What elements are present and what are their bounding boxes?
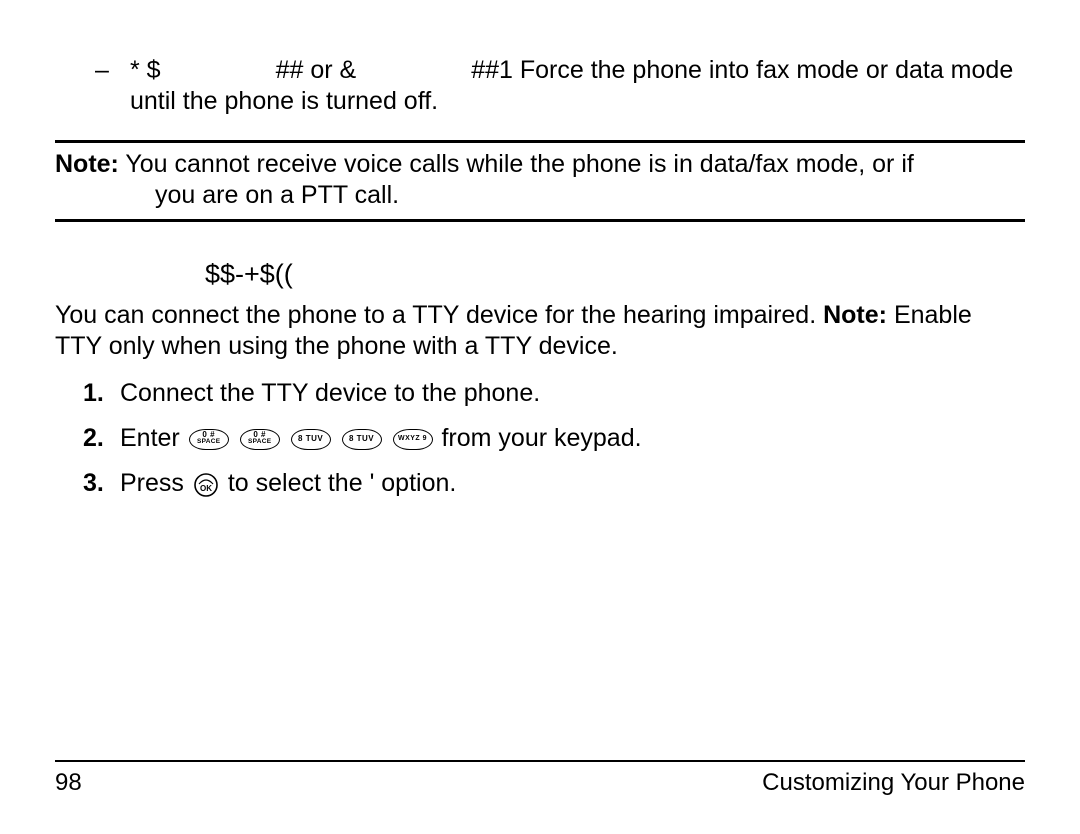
- step-1: 1. Connect the TTY device to the phone.: [55, 376, 1025, 411]
- tty-intro: You can connect the phone to a TTY devic…: [55, 300, 1025, 363]
- keypad-8-icon: 8 TUV: [342, 429, 382, 450]
- step-number: 1.: [83, 376, 104, 411]
- step-pre: Press: [120, 469, 191, 497]
- note-block: Note: You cannot receive voice calls whi…: [55, 149, 1025, 212]
- bullet-prefix: * $: [130, 56, 161, 84]
- divider-bottom: [55, 219, 1025, 222]
- svg-text:OK: OK: [200, 484, 212, 493]
- bullet-item: – * $ ## or &##1 Force the phone into fax…: [55, 55, 1025, 118]
- note-line2: you are on a PTT call.: [95, 180, 1025, 211]
- step-pre: Enter: [120, 424, 187, 452]
- keypad-space-icon: 0 # SPACE: [189, 429, 229, 450]
- section-heading: $$-+$((: [205, 258, 1025, 292]
- keypad-9-icon: WXYZ 9: [393, 429, 433, 450]
- bullet-mid: ## or &: [276, 56, 357, 84]
- bullet-dash: –: [95, 55, 130, 118]
- key-top: WXYZ 9: [397, 435, 429, 443]
- tty-intro-note-label: Note:: [823, 301, 887, 329]
- page-footer: 98 Customizing Your Phone: [55, 760, 1025, 798]
- page-number: 98: [55, 768, 82, 798]
- bullet-content: * $ ## or &##1 Force the phone into fax m…: [130, 55, 1025, 118]
- ok-key-icon: OK: [194, 473, 218, 497]
- step-mid: to select the: [228, 469, 370, 497]
- keypad-8-icon: 8 TUV: [291, 429, 331, 450]
- step-post: from your keypad.: [441, 424, 641, 452]
- step-3: 3. Press OK to select the ' option.: [55, 466, 1025, 501]
- key-top: 8 TUV: [295, 435, 327, 443]
- step-2: 2. Enter 0 # SPACE 0 # SPACE 8 TUV 8 TUV…: [55, 421, 1025, 456]
- keypad-space-icon: 0 # SPACE: [240, 429, 280, 450]
- note-line1: You cannot receive voice calls while the…: [119, 150, 914, 178]
- document-page: – * $ ## or &##1 Force the phone into fax…: [0, 0, 1080, 834]
- note-label: Note:: [55, 150, 119, 178]
- steps-list: 1. Connect the TTY device to the phone. …: [55, 376, 1025, 501]
- footer-title: Customizing Your Phone: [762, 768, 1025, 798]
- bullet-rest: ##1 Force the phone into fax mode or dat…: [130, 56, 1013, 115]
- tty-intro-pre: You can connect the phone to a TTY devic…: [55, 301, 823, 329]
- key-bot: SPACE: [193, 439, 225, 446]
- step-post: option.: [381, 469, 456, 497]
- step-opt: ': [370, 469, 382, 497]
- step-number: 3.: [83, 466, 104, 501]
- key-top: 8 TUV: [346, 435, 378, 443]
- step-number: 2.: [83, 421, 104, 456]
- step-text: Connect the TTY device to the phone.: [120, 379, 540, 407]
- key-bot: SPACE: [244, 439, 276, 446]
- divider-top: [55, 140, 1025, 143]
